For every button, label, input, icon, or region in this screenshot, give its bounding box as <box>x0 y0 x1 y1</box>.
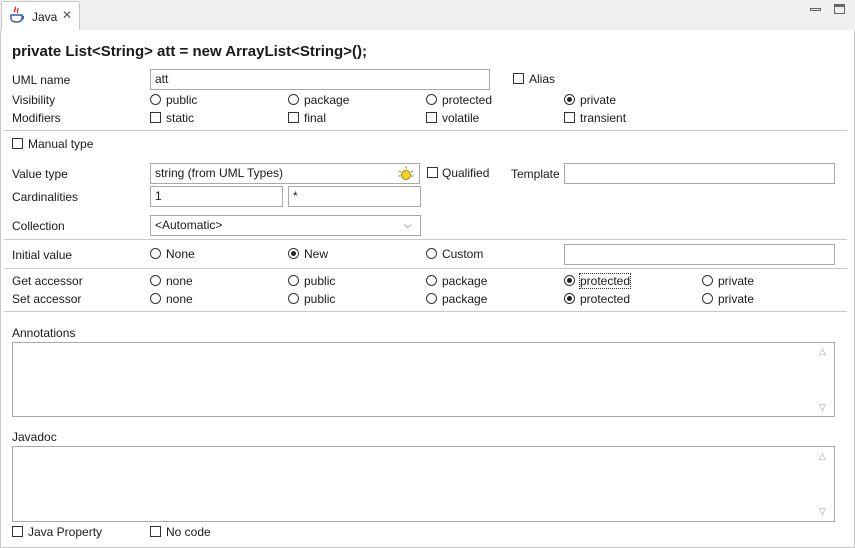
set-package-radio[interactable] <box>426 293 437 304</box>
declaration-title: private List<String> att = new ArrayList… <box>12 43 367 60</box>
scroll-up-icon[interactable]: △ <box>819 451 826 462</box>
close-icon[interactable]: ✕ <box>62 8 72 22</box>
final-checkbox[interactable] <box>288 112 299 123</box>
set-private-label: private <box>718 292 755 306</box>
transient-checkbox[interactable] <box>564 112 575 123</box>
get-public-radio[interactable] <box>288 275 299 286</box>
get-accessor-label: Get accessor <box>12 274 83 288</box>
annotations-label: Annotations <box>12 326 76 340</box>
static-label: static <box>166 111 195 125</box>
separator <box>4 311 847 312</box>
set-protected-radio[interactable] <box>564 293 575 304</box>
separator <box>4 239 847 240</box>
initial-custom-radio[interactable] <box>426 248 437 259</box>
get-private-label: private <box>718 274 755 288</box>
initial-none-radio[interactable] <box>150 248 161 259</box>
qualified-checkbox[interactable] <box>427 167 438 178</box>
visibility-private-label: private <box>580 93 617 107</box>
java-icon <box>9 6 25 27</box>
cardinality-max-input[interactable]: * <box>288 186 421 207</box>
cardinalities-label: Cardinalities <box>12 190 79 204</box>
separator <box>4 130 847 131</box>
collection-value: <Automatic> <box>155 218 223 232</box>
initial-custom-input[interactable] <box>564 244 835 265</box>
initial-new-label: New <box>304 247 329 261</box>
get-package-radio[interactable] <box>426 275 437 286</box>
scroll-down-icon[interactable]: ▽ <box>819 402 826 413</box>
no-code-checkbox[interactable] <box>150 526 161 537</box>
volatile-checkbox[interactable] <box>426 112 437 123</box>
visibility-label: Visibility <box>12 93 56 107</box>
visibility-protected-radio[interactable] <box>426 94 437 105</box>
minimize-icon[interactable] <box>810 4 822 14</box>
alias-checkbox[interactable] <box>513 73 524 84</box>
javadoc-label: Javadoc <box>12 430 57 444</box>
tab-bar <box>0 0 855 31</box>
uml-name-label: UML name <box>12 73 71 87</box>
scroll-up-icon[interactable]: △ <box>819 346 826 357</box>
uml-name-input[interactable]: att <box>150 69 490 90</box>
initial-value-label: Initial value <box>12 248 73 262</box>
get-package-label: package <box>442 274 488 288</box>
visibility-protected-label: protected <box>442 93 493 107</box>
visibility-package-radio[interactable] <box>288 94 299 105</box>
set-package-label: package <box>442 292 488 306</box>
get-none-label: none <box>166 274 193 288</box>
set-public-label: public <box>304 292 336 306</box>
initial-custom-label: Custom <box>442 247 484 261</box>
visibility-package-label: package <box>304 93 350 107</box>
get-private-radio[interactable] <box>702 275 713 286</box>
no-code-label: No code <box>166 525 211 539</box>
template-label: Template <box>511 167 560 181</box>
annotations-textarea[interactable]: △ ▽ <box>12 342 835 417</box>
qualified-label: Qualified <box>442 166 490 180</box>
manual-type-label: Manual type <box>28 137 94 151</box>
set-accessor-label: Set accessor <box>12 292 82 306</box>
visibility-private-radio[interactable] <box>564 94 575 105</box>
java-property-checkbox[interactable] <box>12 526 23 537</box>
tab-label: Java <box>32 10 58 24</box>
java-property-label: Java Property <box>28 525 103 539</box>
final-label: final <box>304 111 327 125</box>
maximize-icon[interactable] <box>834 4 846 14</box>
javadoc-textarea[interactable]: △ ▽ <box>12 446 835 522</box>
alias-label: Alias <box>529 72 556 86</box>
tab-java[interactable]: Java ✕ <box>1 1 80 31</box>
scroll-down-icon[interactable]: ▽ <box>819 506 826 517</box>
chevron-down-icon: ⌵ <box>404 220 412 231</box>
value-type-input[interactable]: string (from UML Types) <box>150 163 420 184</box>
visibility-public-label: public <box>166 93 198 107</box>
get-protected-label: protected <box>578 273 632 289</box>
get-none-radio[interactable] <box>150 275 161 286</box>
lightbulb-icon[interactable] <box>398 166 415 185</box>
get-protected-radio[interactable] <box>564 275 575 286</box>
set-public-radio[interactable] <box>288 293 299 304</box>
manual-type-checkbox[interactable] <box>12 138 23 149</box>
initial-none-label: None <box>166 247 195 261</box>
visibility-public-radio[interactable] <box>150 94 161 105</box>
template-input[interactable] <box>564 163 835 184</box>
set-protected-label: protected <box>580 292 631 306</box>
value-type-label: Value type <box>12 167 68 181</box>
transient-label: transient <box>580 111 627 125</box>
initial-new-radio[interactable] <box>288 248 299 259</box>
modifiers-label: Modifiers <box>12 111 61 125</box>
static-checkbox[interactable] <box>150 112 161 123</box>
get-public-label: public <box>304 274 336 288</box>
set-private-radio[interactable] <box>702 293 713 304</box>
collection-label: Collection <box>12 219 65 233</box>
collection-select[interactable]: <Automatic> ⌵ <box>150 215 421 236</box>
separator <box>4 268 847 269</box>
set-none-radio[interactable] <box>150 293 161 304</box>
cardinality-min-input[interactable]: 1 <box>150 186 283 207</box>
set-none-label: none <box>166 292 193 306</box>
volatile-label: volatile <box>442 111 480 125</box>
